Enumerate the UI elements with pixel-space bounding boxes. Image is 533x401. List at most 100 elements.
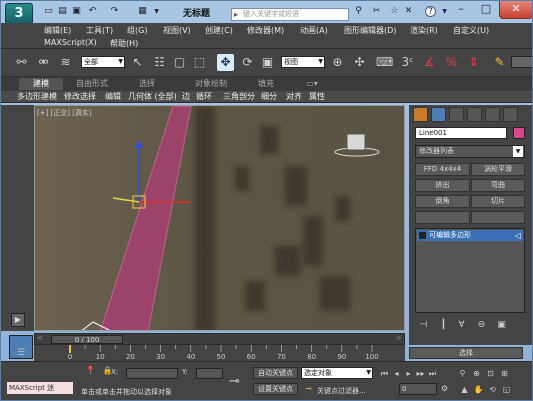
ribbon-edges[interactable]: 边	[182, 92, 190, 102]
go-to-end-icon[interactable]: ⏭	[427, 368, 438, 379]
zoom-icon[interactable]: ⚲	[457, 368, 468, 379]
bind-space-warp-icon[interactable]: ≋	[57, 54, 74, 71]
angle-snap-icon[interactable]: ∡	[421, 54, 438, 71]
viewport-label[interactable]: [+] [正交] [真实]	[37, 108, 92, 118]
app-logo-button[interactable]: 3	[5, 3, 33, 25]
reference-coordinate-dropdown[interactable]: 视图 ▼	[281, 56, 325, 68]
remove-modifier-icon[interactable]: ⊖	[473, 317, 490, 334]
menu-help[interactable]: 帮助(H)	[110, 38, 138, 49]
time-configuration-icon[interactable]: ⚙	[439, 383, 450, 394]
configure-sets-icon[interactable]: ▣	[493, 317, 510, 334]
menu-graph-editors[interactable]: 图形编辑器(D)	[344, 25, 396, 36]
menu-animation[interactable]: 动画(A)	[300, 25, 328, 36]
redo-icon[interactable]: ↷	[109, 6, 120, 17]
window-crossing-icon[interactable]: ⬚	[191, 54, 208, 71]
empty-modifier-button[interactable]	[415, 211, 470, 224]
set-key-button[interactable]: 设置关键点	[253, 383, 298, 395]
ribbon-loops[interactable]: 循环	[196, 92, 212, 102]
orbit-icon[interactable]: ⟲	[487, 384, 498, 395]
rectangular-selection-icon[interactable]: ▢	[171, 54, 188, 71]
ribbon-align[interactable]: 对齐	[286, 92, 302, 102]
search-input[interactable]: ▸ 键入关键字或短语	[231, 8, 349, 21]
save-icon[interactable]: ▣	[71, 6, 82, 17]
pin-icon[interactable]: 📍	[85, 365, 96, 376]
auto-key-button[interactable]: 自动关键点	[253, 367, 298, 379]
help-icon[interactable]: ?	[425, 6, 436, 17]
ribbon-modify-selection[interactable]: 修改选择	[64, 92, 96, 102]
ribbon-polygon-modeling[interactable]: 多边形建模	[17, 92, 57, 102]
ribbon-properties[interactable]: 属性	[309, 92, 325, 102]
tools-icon[interactable]: ✂	[371, 6, 382, 17]
extrude-button[interactable]: 挤出	[415, 179, 470, 192]
time-slider-thumb[interactable]: 0 / 100	[51, 335, 123, 344]
select-manipulate-icon[interactable]: ✣	[351, 54, 368, 71]
menu-edit[interactable]: 编辑(E)	[44, 25, 71, 36]
object-color-swatch[interactable]	[513, 127, 525, 139]
favorite-icon[interactable]: ☆	[389, 6, 400, 17]
y-coordinate-field[interactable]	[196, 368, 223, 379]
modify-tab-icon[interactable]	[431, 107, 446, 122]
selection-set-dropdown[interactable]: 选定对象 ▼	[301, 367, 373, 379]
play-icon[interactable]: ▶	[11, 313, 25, 327]
selection-rollout[interactable]: 选择	[409, 347, 523, 359]
ribbon-tab-selection[interactable]: 选择	[127, 78, 167, 90]
ribbon-tab-modeling[interactable]: 建模	[19, 78, 63, 90]
ribbon-tab-populate[interactable]: 填充	[251, 78, 281, 90]
close-panel-icon[interactable]: ✕	[403, 6, 414, 17]
zoom-extents-all-icon[interactable]: ⊞	[499, 368, 510, 379]
pan-view-icon[interactable]: ✋	[473, 384, 484, 395]
field-of-view-icon[interactable]: ▲	[459, 384, 470, 395]
menu-rendering[interactable]: 渲染(R)	[410, 25, 438, 36]
time-slider[interactable]: < 0 / 100 >	[34, 333, 405, 345]
show-end-result-icon[interactable]: ┃	[435, 317, 452, 334]
new-icon[interactable]: ▭	[43, 6, 54, 17]
snaps-toggle-icon[interactable]: 3ᶜ	[399, 54, 416, 71]
slice-button[interactable]: 切片	[471, 195, 525, 208]
zoom-all-icon[interactable]: ⊕	[471, 368, 482, 379]
select-by-name-icon[interactable]: ☷	[151, 54, 168, 71]
prev-frame-icon[interactable]: <	[37, 334, 43, 342]
keyboard-shortcut-icon[interactable]: ⌨	[376, 54, 393, 71]
ribbon-subdivision[interactable]: 细分	[261, 92, 277, 102]
close-button[interactable]: ✕	[499, 1, 532, 19]
key-icon[interactable]: ⊸	[229, 374, 240, 389]
play-animation-icon[interactable]: ▸	[403, 368, 414, 379]
menu-tools[interactable]: 工具(T)	[86, 25, 113, 36]
track-bar[interactable]: 0 10 20 30 40 50 60 70 80 90 100	[34, 345, 405, 361]
ribbon-tab-object-paint[interactable]: 对象绘制	[183, 78, 239, 90]
selection-filter-dropdown[interactable]: 全部 ▼	[81, 56, 125, 68]
menu-modifiers[interactable]: 修改器(M)	[247, 25, 284, 36]
ribbon-tris[interactable]: 三角剖分	[223, 92, 255, 102]
current-frame-marker[interactable]	[69, 345, 71, 353]
go-to-start-icon[interactable]: ⏮	[379, 368, 390, 379]
create-selection-set-dropdown[interactable]	[511, 56, 532, 68]
menu-views[interactable]: 视图(V)	[163, 25, 191, 36]
create-tab-icon[interactable]	[413, 107, 428, 122]
utilities-tab-icon[interactable]	[503, 107, 518, 122]
select-and-scale-icon[interactable]: ▣	[259, 54, 276, 71]
ribbon-options-icon[interactable]: ▭▾	[297, 78, 327, 90]
display-tab-icon[interactable]	[485, 107, 500, 122]
next-frame-icon[interactable]: ▸▸	[415, 368, 426, 379]
key-filters-icon[interactable]: ⊸	[303, 383, 314, 394]
next-frame-icon[interactable]: >	[396, 334, 402, 342]
previous-frame-icon[interactable]: ◂	[391, 368, 402, 379]
select-and-move-icon[interactable]: ✥	[217, 54, 234, 71]
select-object-icon[interactable]: ↖	[129, 54, 146, 71]
menu-group[interactable]: 组(G)	[127, 25, 147, 36]
dropdown-arrow-icon[interactable]: ▼	[151, 6, 162, 17]
expand-icon[interactable]	[419, 232, 426, 239]
current-frame-field[interactable]: 0	[399, 383, 437, 395]
ribbon-edit[interactable]: 编辑	[105, 92, 121, 102]
ribbon-geometry-all[interactable]: 几何体 (全部)	[128, 92, 177, 102]
stack-item-editable-poly[interactable]: 可编辑多边形 ◁	[417, 230, 523, 241]
pivot-center-icon[interactable]: ⊕	[329, 54, 346, 71]
make-unique-icon[interactable]: ∀	[453, 317, 470, 334]
ffd-button[interactable]: FFD 4x4x4	[415, 163, 470, 176]
edit-named-selection-icon[interactable]: ✎	[491, 54, 508, 71]
pin-stack-icon[interactable]: ⊣	[415, 317, 432, 334]
spinner-snap-icon[interactable]: ⇕	[465, 54, 482, 71]
key-filters-button[interactable]: 关键点过滤器...	[317, 386, 366, 396]
maxscript-listener[interactable]: MAXScript 迷	[7, 382, 73, 394]
motion-tab-icon[interactable]	[467, 107, 482, 122]
